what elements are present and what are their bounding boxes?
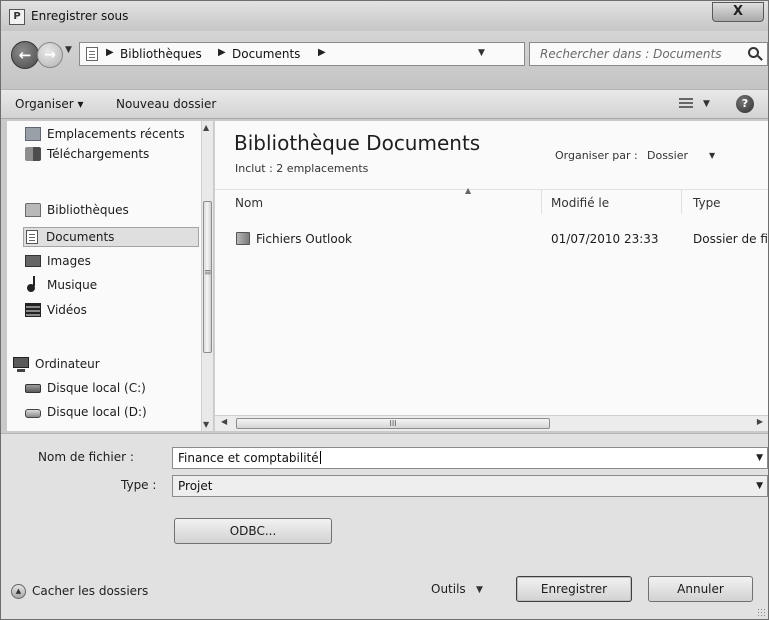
filename-value: Finance et comptabilité [178, 451, 319, 465]
column-header-row: ▲ Nom Modifié le Type [215, 186, 768, 214]
back-button[interactable]: ← [11, 41, 39, 69]
tools-dropdown-icon[interactable]: ▼ [476, 585, 483, 595]
filename-field[interactable]: Finance et comptabilité ▼ [172, 447, 768, 469]
sort-ascending-icon: ▲ [465, 186, 472, 195]
app-icon: P [9, 9, 25, 25]
videos-icon [25, 303, 41, 317]
save-button[interactable]: Enregistrer [516, 576, 632, 602]
address-dropdown-icon[interactable]: ▼ [478, 48, 485, 58]
scroll-up-icon[interactable]: ▲ [203, 123, 209, 132]
views-icon[interactable] [679, 98, 693, 110]
images-icon [25, 255, 41, 267]
organize-menu-button[interactable]: Organiser ▾ [15, 97, 84, 111]
horizontal-scroll-thumb[interactable]: III [236, 418, 550, 429]
documents-icon [26, 230, 38, 244]
hide-folders-button[interactable]: Cacher les dossiers [32, 584, 148, 598]
scroll-right-icon[interactable]: ▶ [757, 417, 763, 426]
title-bar: P Enregistrer sous X [1, 1, 768, 31]
scroll-left-icon[interactable]: ◀ [221, 417, 227, 426]
column-name[interactable]: Nom [235, 196, 263, 210]
breadcrumb-documents[interactable]: Documents [232, 47, 300, 61]
column-divider[interactable] [681, 190, 682, 214]
new-folder-button[interactable]: Nouveau dossier [116, 97, 216, 111]
forward-button[interactable]: → [37, 42, 63, 68]
document-library-icon [86, 47, 98, 61]
column-divider[interactable] [541, 190, 542, 214]
close-button[interactable]: X [712, 2, 764, 22]
horizontal-scrollbar[interactable]: ◀ III ▶ [215, 415, 768, 431]
views-dropdown-icon[interactable]: ▼ [703, 99, 710, 109]
recent-pages-chevron-icon[interactable]: ▼ [65, 45, 72, 55]
libraries-icon [25, 203, 41, 217]
arrange-by-label: Organiser par : [555, 149, 638, 162]
breadcrumb-libraries[interactable]: Bibliothèques [120, 47, 202, 61]
odbc-button[interactable]: ODBC... [174, 518, 332, 544]
music-icon [27, 276, 35, 292]
library-title: Bibliothèque Documents [234, 131, 481, 155]
downloads-icon [25, 147, 41, 161]
recent-places-icon [25, 127, 41, 141]
chevron-up-icon[interactable]: ▲ [11, 584, 26, 599]
file-type-dropdown-icon[interactable]: ▼ [756, 481, 763, 491]
filename-dropdown-icon[interactable]: ▼ [756, 453, 763, 463]
tools-menu-button[interactable]: Outils [431, 582, 466, 596]
sidebar-scrollbar[interactable]: ▲ ▼ [201, 121, 213, 431]
file-type: Dossier de fi [693, 232, 768, 246]
column-type[interactable]: Type [693, 196, 721, 210]
file-list-pane[interactable]: Bibliothèque Documents Inclut : 2 emplac… [214, 121, 768, 431]
local-disk-icon [25, 384, 41, 393]
resize-grip-icon[interactable] [757, 608, 765, 616]
column-modified[interactable]: Modifié le [551, 196, 609, 210]
file-type-value: Projet [178, 479, 213, 493]
breadcrumb-separator-icon[interactable]: ▶ [218, 47, 226, 58]
search-input[interactable]: Rechercher dans : Documents [529, 42, 768, 66]
table-row[interactable]: Fichiers Outlook 01/07/2010 23:33 Dossie… [215, 230, 768, 250]
breadcrumb-separator-icon[interactable]: ▶ [318, 47, 326, 58]
address-bar[interactable]: ▶ Bibliothèques ▶ Documents ▶ ▼ ↹ [79, 42, 594, 66]
toolbar: Organiser ▾ Nouveau dossier ▼ ? [1, 89, 768, 119]
file-modified: 01/07/2010 23:33 [551, 232, 659, 246]
sidebar-scroll-thumb[interactable] [203, 201, 212, 353]
folder-icon [236, 232, 250, 245]
scroll-down-icon[interactable]: ▼ [203, 420, 209, 429]
sidebar-item-documents[interactable]: Documents [23, 227, 199, 247]
cancel-button[interactable]: Annuler [648, 576, 753, 602]
navigation-bar: ← → ▼ ▶ Bibliothèques ▶ Documents ▶ ▼ ↹ … [1, 31, 768, 89]
type-label: Type : [121, 478, 157, 492]
library-locations-link[interactable]: Inclut : 2 emplacements [235, 162, 368, 175]
filename-label: Nom de fichier : [38, 450, 134, 464]
file-type-select[interactable]: Projet ▼ [172, 475, 768, 497]
search-placeholder: Rechercher dans : Documents [540, 47, 722, 61]
computer-icon [13, 357, 29, 372]
save-form: Nom de fichier : Finance et comptabilité… [1, 433, 768, 619]
save-as-dialog: P Enregistrer sous X ← → ▼ ▶ Bibliothèqu… [0, 0, 769, 620]
text-cursor [319, 451, 321, 464]
file-name: Fichiers Outlook [256, 232, 353, 246]
navigation-pane[interactable]: Emplacements récents Téléchargements Bib… [7, 121, 213, 431]
local-disk-icon [25, 409, 41, 418]
help-icon[interactable]: ? [736, 95, 754, 113]
arrange-dropdown-icon[interactable]: ▼ [709, 151, 715, 160]
breadcrumb-separator-icon[interactable]: ▶ [106, 47, 114, 58]
search-icon[interactable] [748, 47, 759, 58]
window-title: Enregistrer sous [31, 9, 129, 23]
arrange-by-dropdown[interactable]: Dossier [647, 149, 688, 162]
